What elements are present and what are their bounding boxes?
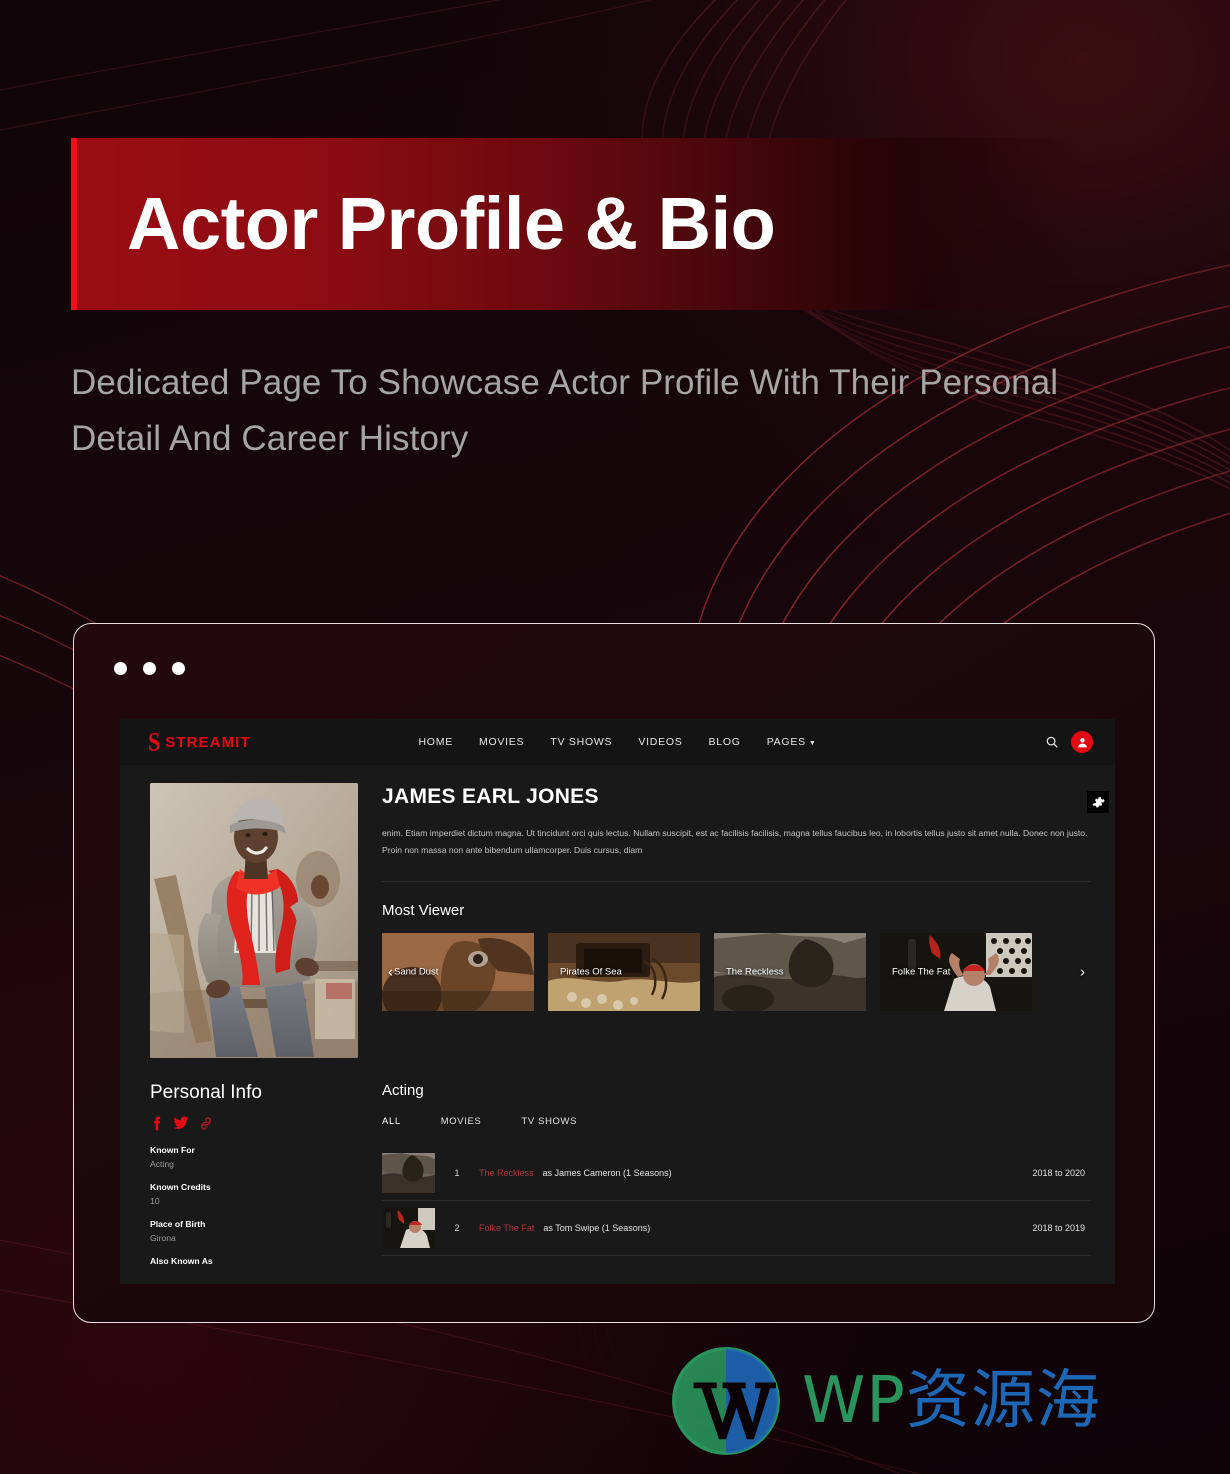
acting-heading: Acting	[382, 1082, 424, 1099]
actor-details: JAMES EARL JONES enim. Etiam imperdiet d…	[382, 783, 1091, 1058]
social-links	[150, 1116, 358, 1131]
settings-button[interactable]	[1087, 791, 1109, 813]
hero-banner-fill: Actor Profile & Bio	[77, 138, 1081, 310]
info-also-known-as-label: Also Known As	[150, 1256, 213, 1266]
browser-mockup-frame: S STREAMIT HOME MOVIES TV SHOWS VIDEOS B…	[73, 623, 1155, 1323]
watermark-cn: 资源海	[905, 1364, 1101, 1438]
window-controls	[114, 662, 185, 675]
nav-item-home[interactable]: HOME	[418, 736, 453, 748]
most-viewer-heading: Most Viewer	[382, 902, 465, 920]
carousel-next-arrow-icon[interactable]: ›	[1080, 965, 1085, 980]
tab-movies[interactable]: MOVIES	[441, 1115, 482, 1130]
credit-thumbnail-1	[382, 1153, 435, 1193]
wp-watermark: WP资源海	[668, 1343, 1101, 1459]
section-divider	[382, 881, 1091, 883]
most-viewer-card-4[interactable]: Folke The Fat	[880, 933, 1032, 1012]
info-also-known-as: Also Known As	[150, 1256, 358, 1266]
info-place-of-birth: Place of Birth Girona	[150, 1219, 358, 1243]
user-avatar[interactable]	[1071, 731, 1093, 753]
actor-header-section: JAMES EARL JONES enim. Etiam imperdiet d…	[120, 765, 1115, 1058]
credit-thumbnail-2	[382, 1208, 435, 1248]
nav-item-pages[interactable]: PAGES ▼	[767, 736, 817, 748]
window-dot-1[interactable]	[114, 662, 127, 675]
watermark-text: WP资源海	[802, 1369, 1101, 1433]
page-title: Actor Profile & Bio	[127, 182, 776, 265]
credit-years-1: 2018 to 2020	[1032, 1168, 1085, 1178]
chevron-down-icon: ▼	[808, 739, 817, 747]
credit-title-1[interactable]: The Reckless	[479, 1168, 534, 1178]
site-nav-links: HOME MOVIES TV SHOWS VIDEOS BLOG PAGES ▼	[418, 736, 816, 748]
actor-bio-text: enim. Etiam imperdiet dictum magna. Ut t…	[382, 828, 1088, 856]
most-viewer-card-2[interactable]: Pirates Of Sea	[548, 933, 700, 1012]
most-viewer-carousel: Sand Dust Pirates Of Sea The Reckless Fo…	[382, 933, 1091, 1012]
actor-portrait-photo	[150, 783, 358, 1058]
credit-role-2: as Tom Swipe (1 Seasons)	[543, 1223, 651, 1233]
search-icon[interactable]	[1045, 735, 1059, 749]
info-known-credits-label: Known Credits	[150, 1182, 211, 1192]
card-label-4: Folke The Fat	[892, 966, 951, 978]
page-subtitle: Dedicated Page To Showcase Actor Profile…	[71, 363, 1059, 458]
window-dot-3[interactable]	[172, 662, 185, 675]
logo-text: STREAMIT	[165, 733, 251, 751]
nav-item-pages-label: PAGES	[766, 736, 806, 748]
acting-tabs: ALL MOVIES TV SHOWS	[382, 1115, 1091, 1130]
tab-tv-shows[interactable]: TV SHOWS	[521, 1115, 577, 1130]
wordpress-icon	[672, 1347, 780, 1455]
lower-content-section: Personal Info Known For Acting Known Cre…	[120, 1058, 1115, 1279]
nav-item-home-label: HOME	[418, 736, 453, 748]
credit-years-2: 2018 to 2019	[1032, 1223, 1085, 1233]
info-known-for-label: Known For	[150, 1145, 195, 1155]
card-label-2: Pirates Of Sea	[560, 966, 622, 978]
actor-name: JAMES EARL JONES	[382, 785, 599, 808]
most-viewer-card-3[interactable]: The Reckless	[714, 933, 866, 1012]
personal-info-panel: Personal Info Known For Acting Known Cre…	[150, 1082, 358, 1279]
most-viewer-card-1[interactable]: Sand Dust	[382, 933, 534, 1012]
carousel-prev-arrow-icon[interactable]: ‹	[388, 965, 393, 980]
credit-index-2: 2	[454, 1223, 460, 1233]
nav-item-movies-label: MOVIES	[478, 736, 525, 748]
spotify-link-icon[interactable]	[199, 1116, 213, 1131]
credit-row-1[interactable]: 1 The Reckless as James Cameron (1 Seaso…	[382, 1146, 1091, 1201]
nav-item-videos-label: VIDEOS	[638, 736, 683, 748]
site-navbar: S STREAMIT HOME MOVIES TV SHOWS VIDEOS B…	[120, 719, 1115, 765]
nav-item-tv-shows[interactable]: TV SHOWS	[550, 736, 612, 748]
info-known-for-value: Acting	[150, 1159, 174, 1169]
navbar-actions	[1045, 731, 1093, 753]
nav-item-tv-shows-label: TV SHOWS	[550, 736, 613, 748]
card-label-3: The Reckless	[726, 966, 784, 978]
nav-item-movies[interactable]: MOVIES	[479, 736, 524, 748]
nav-item-blog[interactable]: BLOG	[709, 736, 741, 748]
user-icon	[1077, 737, 1087, 747]
info-place-of-birth-label: Place of Birth	[150, 1219, 206, 1229]
info-known-credits-value: 10	[150, 1196, 160, 1206]
window-dot-2[interactable]	[143, 662, 156, 675]
facebook-icon[interactable]	[150, 1116, 163, 1131]
nav-item-videos[interactable]: VIDEOS	[638, 736, 682, 748]
gear-icon	[1091, 796, 1105, 807]
info-known-credits: Known Credits 10	[150, 1182, 358, 1206]
credit-row-2[interactable]: 2 Folke The Fat as Tom Swipe (1 Seasons)…	[382, 1201, 1091, 1256]
site-logo[interactable]: S STREAMIT	[148, 726, 251, 757]
tab-all[interactable]: ALL	[382, 1115, 401, 1130]
card-label-1: Sand Dust	[394, 966, 439, 978]
watermark-latin: WP	[802, 1364, 906, 1438]
hero-banner: Actor Profile & Bio	[71, 138, 1081, 310]
personal-info-heading: Personal Info	[150, 1082, 262, 1103]
acting-panel: Acting ALL MOVIES TV SHOWS 1 The Reckles…	[382, 1082, 1091, 1279]
twitter-icon[interactable]	[173, 1116, 189, 1131]
credit-index-1: 1	[454, 1168, 460, 1178]
nav-item-blog-label: BLOG	[708, 736, 741, 748]
logo-s-icon: S	[148, 726, 161, 757]
embedded-site-screenshot: S STREAMIT HOME MOVIES TV SHOWS VIDEOS B…	[120, 719, 1115, 1284]
info-place-of-birth-value: Girona	[150, 1233, 176, 1243]
credit-title-2[interactable]: Folke The Fat	[479, 1223, 534, 1233]
info-known-for: Known For Acting	[150, 1145, 358, 1169]
credit-role-1: as James Cameron (1 Seasons)	[542, 1168, 672, 1178]
